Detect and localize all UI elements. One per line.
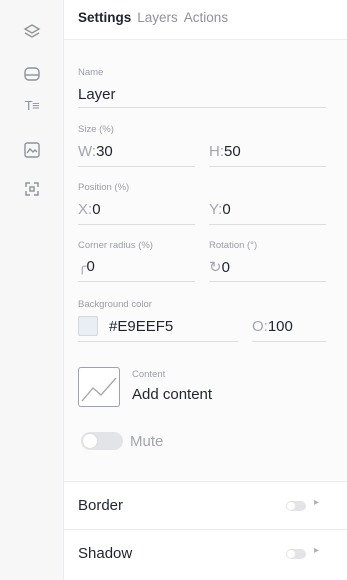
rotation-label: Rotation (°) — [209, 240, 258, 251]
content-thumbnail[interactable] — [78, 367, 120, 407]
opacity-value: 100 — [267, 318, 293, 335]
position-label: Position (%) — [78, 182, 130, 193]
tab-layers[interactable]: Layers — [137, 10, 178, 28]
mute-toggle[interactable] — [81, 432, 123, 450]
text-icon[interactable]: T≡ — [20, 93, 44, 117]
width-prefix: W: — [78, 143, 97, 160]
height-underline — [209, 166, 326, 167]
corner-radius-underline — [78, 281, 195, 282]
x-underline — [78, 224, 195, 225]
height-input[interactable]: H:50 — [209, 143, 241, 160]
shadow-toggle[interactable] — [286, 549, 306, 559]
tab-actions[interactable]: Actions — [184, 10, 228, 28]
chevron-right-icon: ▸ — [314, 497, 320, 508]
width-value: 30 — [96, 143, 113, 160]
scan-icon[interactable] — [20, 177, 44, 201]
background-color-input[interactable]: #E9EEF5 — [109, 318, 173, 335]
rotation-icon: ↻ — [209, 259, 222, 276]
content-label: Content — [132, 369, 166, 380]
background-color-label: Background color — [78, 299, 152, 310]
size-label: Size (%) — [78, 124, 114, 135]
opacity-prefix: O: — [252, 318, 268, 335]
rotation-underline — [209, 281, 326, 282]
mute-toggle-knob — [83, 434, 97, 448]
width-underline — [78, 166, 195, 167]
mute-label: Mute — [130, 433, 164, 450]
corner-radius-input[interactable]: ╭0 — [78, 258, 95, 275]
corner-radius-label: Corner radius (%) — [78, 240, 153, 251]
shadow-label: Shadow — [78, 545, 133, 562]
image-placeholder-icon — [81, 377, 117, 402]
opacity-input[interactable]: O:100 — [252, 318, 293, 335]
height-prefix: H: — [209, 143, 224, 160]
image-icon[interactable] — [20, 138, 44, 162]
name-input[interactable]: Layer — [78, 86, 116, 103]
width-input[interactable]: W:30 — [78, 143, 113, 160]
tab-settings[interactable]: Settings — [78, 10, 131, 28]
text-icon-glyph: T≡ — [24, 97, 40, 113]
name-underline — [78, 107, 326, 108]
rotation-value: 0 — [221, 259, 230, 276]
height-value: 50 — [224, 143, 241, 160]
rotation-input[interactable]: ↻0 — [209, 258, 230, 276]
properties-panel: Settings Layers Actions Name Layer Size … — [64, 0, 347, 580]
border-toggle[interactable] — [286, 501, 306, 511]
border-row[interactable]: Border ▸ — [64, 481, 347, 529]
shadow-toggle-knob — [287, 550, 295, 558]
corner-radius-value: 0 — [86, 258, 95, 275]
y-prefix: Y: — [209, 201, 223, 218]
tool-rail: T≡ — [0, 0, 64, 580]
x-value: 0 — [92, 201, 101, 218]
border-label: Border — [78, 497, 124, 514]
y-value: 0 — [222, 201, 231, 218]
settings-section — [64, 40, 347, 480]
chevron-right-icon: ▸ — [314, 545, 320, 556]
y-input[interactable]: Y:0 — [209, 201, 231, 218]
add-content-button[interactable]: Add content — [132, 386, 212, 403]
background-color-swatch[interactable] — [78, 316, 98, 336]
layers-icon[interactable] — [20, 20, 44, 44]
opacity-underline — [252, 341, 326, 342]
background-color-underline — [78, 341, 238, 342]
shadow-row[interactable]: Shadow ▸ — [64, 529, 347, 580]
shape-icon[interactable] — [20, 62, 44, 86]
x-prefix: X: — [78, 201, 93, 218]
y-underline — [209, 224, 326, 225]
border-toggle-knob — [287, 502, 295, 510]
tab-bar: Settings Layers Actions — [78, 10, 228, 28]
name-label: Name — [78, 67, 104, 78]
x-input[interactable]: X:0 — [78, 201, 101, 218]
